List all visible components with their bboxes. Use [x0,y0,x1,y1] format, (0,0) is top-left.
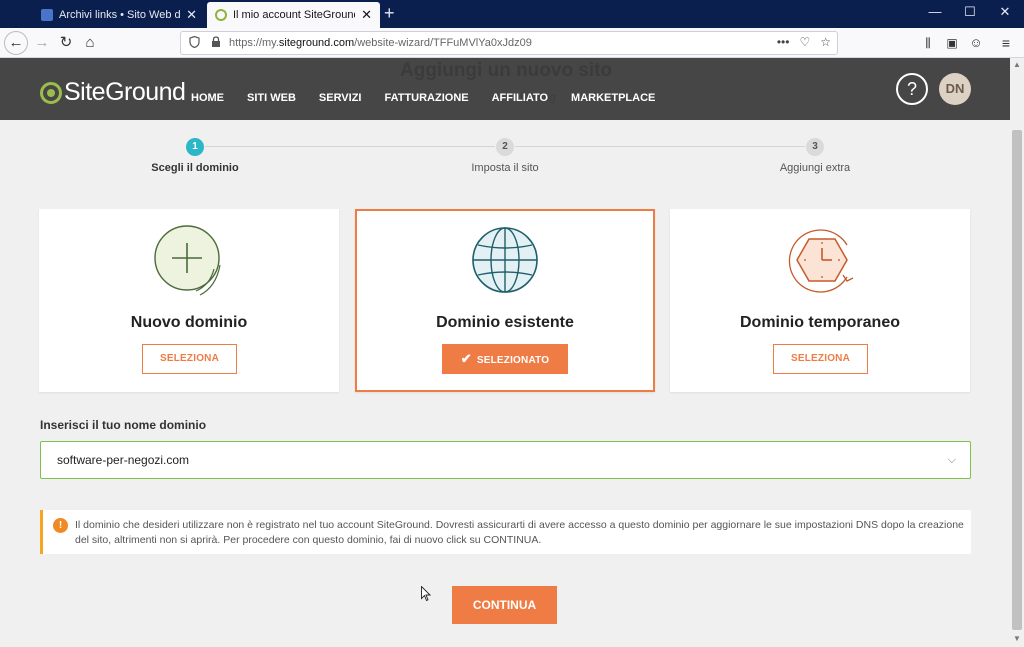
domain-select[interactable]: software-per-negozi.com ⌵ [40,441,971,479]
chevron-down-icon[interactable]: ⌵ [948,442,956,478]
browser-tab-bar: Archivi links • Sito Web di Dani ✕ Il mi… [0,0,1024,28]
main-nav: HOME SITI WEB SERVIZI FATTURAZIONE AFFIL… [191,92,678,104]
logo-text: SiteGround [64,78,186,106]
selezionato-button[interactable]: ✔ SELEZIONATO [442,344,568,374]
url-bar[interactable]: https://my.siteground.com/website-wizard… [180,31,838,55]
forward-icon: → [34,34,50,51]
lock-icon[interactable] [207,35,225,51]
step-connector [205,146,495,147]
warning-icon: ! [53,518,68,533]
seleziona-button[interactable]: SELEZIONA [142,344,237,374]
minimize-button[interactable]: — [925,4,945,19]
step-1-label: Scegli il dominio [151,162,239,174]
step-2-label: Imposta il sito [471,162,539,174]
card-title: Dominio temporaneo [739,314,900,331]
card-title: Nuovo dominio [130,314,248,331]
library-icon[interactable]: ⫼ [918,33,938,53]
shield-icon[interactable] [185,35,203,51]
avatar[interactable]: DN [939,73,971,105]
favicon-icon [41,9,53,21]
new-tab-button[interactable]: + [384,3,395,24]
card-nuovo-dominio[interactable]: Nuovo dominio SELEZIONA [39,209,339,392]
sidebar-icon[interactable]: ▣ [942,33,962,53]
nav-siti-web[interactable]: SITI WEB [247,92,296,104]
reload-button[interactable]: ↻ [56,33,76,53]
browser-nav-bar: ← → ↻ ⌂ https://my.siteground.com/websit… [0,28,1024,58]
menu-icon[interactable]: ≡ [996,33,1016,53]
help-icon: ? [906,79,917,99]
step-2-indicator: 2 [496,138,514,156]
tab-close-icon[interactable]: ✕ [361,7,372,23]
reload-icon: ↻ [59,34,73,51]
card-dominio-esistente[interactable]: Dominio esistente ✔ SELEZIONATO [355,209,655,392]
step-connector [515,146,805,147]
back-icon: ← [8,34,24,51]
page-title: Aggiungi un nuovo sito [400,60,613,81]
siteground-favicon-icon [215,9,227,21]
forward-button[interactable]: → [32,33,52,53]
tab-title: Il mio account SiteGround [233,9,356,21]
plus-circle-icon [154,225,224,296]
continua-button[interactable]: CONTINUA [452,586,557,624]
siteground-logo-icon [40,81,62,104]
warning-notice: ! Il dominio che desideri utilizzare non… [40,510,971,554]
card-dominio-temporaneo[interactable]: Dominio temporaneo SELEZIONA [670,209,970,392]
browser-tab-archivi[interactable]: Archivi links • Sito Web di Dani ✕ [33,2,205,28]
back-button[interactable]: ← [4,31,28,55]
bookmark-star-icon[interactable]: ☆ [820,35,831,49]
scrollbar[interactable]: ▲ ▼ [1010,58,1024,647]
card-title: Dominio esistente [436,314,574,331]
site-header: Aggiungi un nuovo sito hosting SiteGroun… [0,58,1010,120]
close-window-button[interactable]: ✕ [995,4,1015,20]
url-actions: ••• ♡ ☆ [777,35,831,49]
seleziona-button[interactable]: SELEZIONA [773,344,868,374]
pocket-icon[interactable]: ♡ [799,35,810,49]
nav-affiliato[interactable]: AFFILIATO [492,92,548,104]
nav-marketplace[interactable]: MARKETPLACE [571,92,655,104]
mouse-cursor-icon [421,586,431,602]
step-1-indicator: 1 [186,138,204,156]
domain-field-label: Inserisci il tuo nome dominio [40,418,207,432]
checkmark-icon: ✔ [460,351,472,366]
step-3-indicator: 3 [806,138,824,156]
browser-tab-siteground[interactable]: Il mio account SiteGround ✕ [207,2,380,28]
home-icon: ⌂ [85,34,95,51]
scrollbar-thumb[interactable] [1012,130,1022,630]
warning-text: Il dominio che desideri utilizzare non è… [75,519,964,546]
scroll-down-icon[interactable]: ▼ [1010,634,1024,643]
help-button[interactable]: ? [896,73,928,105]
siteground-logo[interactable]: SiteGround [40,78,186,107]
scroll-up-icon[interactable]: ▲ [1010,60,1024,69]
maximize-button[interactable]: ☐ [960,4,980,20]
wizard-content: 1 Scegli il dominio 2 Imposta il sito 3 … [0,120,1010,647]
tab-title: Archivi links • Sito Web di Dani [59,9,181,21]
clock-icon [785,225,855,295]
url-text: https://my.siteground.com/website-wizard… [229,37,532,49]
nav-fatturazione[interactable]: FATTURAZIONE [384,92,468,104]
account-icon[interactable]: ☺ [966,33,986,53]
step-3-label: Aggiungi extra [779,162,851,174]
nav-servizi[interactable]: SERVIZI [319,92,362,104]
nav-home[interactable]: HOME [191,92,224,104]
more-icon[interactable]: ••• [777,35,790,49]
home-button[interactable]: ⌂ [80,33,100,53]
tab-close-icon[interactable]: ✕ [186,7,197,23]
domain-value: software-per-negozi.com [57,453,190,467]
globe-icon [470,225,540,295]
